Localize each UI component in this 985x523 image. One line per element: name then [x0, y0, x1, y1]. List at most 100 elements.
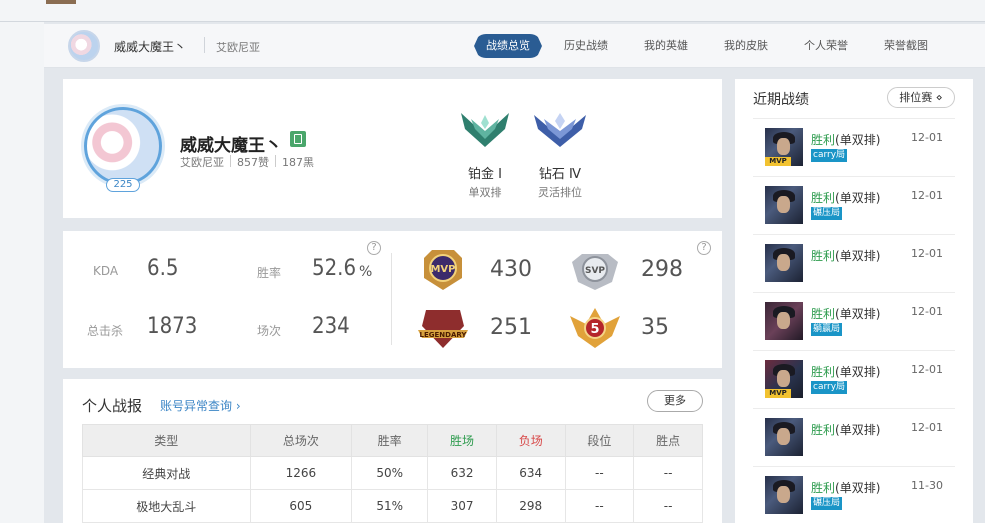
match-result: 胜利(单双排) [811, 189, 880, 206]
column-header: 类型 [82, 424, 251, 457]
match-row[interactable]: MVP 胜利(单双排) carry局 12-01 [753, 350, 955, 408]
table-row[interactable]: 极地大乱斗 605 51% 307 298 -- -- [82, 489, 703, 523]
rank-solo: 铂金 Ⅰ 单双排 [445, 109, 525, 200]
winrate-unit: % [359, 264, 373, 280]
table-cell: 50% [351, 456, 429, 490]
table-row[interactable]: 经典对战 1266 50% 632 634 -- -- [82, 456, 703, 490]
tab-overview[interactable]: 战绩总览 [474, 34, 542, 58]
profile-likes: 857赞 [237, 156, 269, 169]
match-date: 12-01 [911, 131, 943, 144]
match-tag: carry局 [811, 149, 848, 162]
mvp-medal-text: MVP [430, 264, 455, 275]
result-text: 胜利 [811, 249, 836, 263]
hero-face [777, 196, 790, 213]
five-kill-medal-text: 5 [590, 322, 599, 337]
rank-tier: 钻石 Ⅳ [538, 167, 582, 182]
hero-portrait [765, 418, 803, 456]
match-date: 12-01 [911, 189, 943, 202]
match-tag: 碾压局 [811, 497, 843, 510]
rank-mode: 单双排 [468, 186, 502, 199]
match-row[interactable]: 胜利(单双排) 12-01 [753, 408, 955, 466]
match-row[interactable]: 胜利(单双排) 碾压局 12-01 [753, 176, 955, 234]
divider [391, 253, 392, 345]
tab-history[interactable]: 历史战绩 [564, 34, 608, 58]
legendary-medal-icon: LEGENDARY [418, 310, 468, 348]
match-row[interactable]: 胜利(单双排) 碾压局 11-30 [753, 466, 955, 523]
table-cell: 634 [495, 456, 566, 490]
match-row[interactable]: 胜利(单双排) 躺赢局 12-01 [753, 292, 955, 350]
queue-filter-dropdown[interactable]: 排位赛 ⋄ [887, 87, 955, 108]
tab-heroes[interactable]: 我的英雄 [644, 34, 688, 58]
table-cell: 1266 [249, 456, 353, 490]
table-cell: -- [633, 489, 703, 523]
tab-honors[interactable]: 个人荣誉 [804, 34, 848, 58]
table-cell: -- [564, 456, 635, 490]
svp-medal-text: SVP [585, 266, 605, 276]
hero-portrait [765, 302, 803, 340]
hero-portrait [765, 186, 803, 224]
queue-text: (单双排) [835, 423, 881, 437]
winrate-value: 52.6 [312, 256, 357, 281]
svp-count: 298 [641, 257, 683, 282]
kda-label: KDA [93, 264, 119, 278]
tab-screenshots[interactable]: 荣誉截图 [884, 34, 928, 58]
table-cell: 307 [427, 489, 497, 523]
match-date: 12-01 [911, 305, 943, 318]
winrate-label: 胜率 [257, 266, 282, 280]
match-tag: 躺赢局 [811, 323, 843, 336]
hero-face [777, 370, 790, 387]
table-cell: -- [564, 489, 635, 523]
tab-skins[interactable]: 我的皮肤 [724, 34, 768, 58]
report-table: 类型 总场次 胜率 胜场 负场 段位 胜点 经典对战 1266 50% 632 … [82, 424, 703, 523]
report-title: 个人战报 [82, 397, 143, 415]
profile-avatar [84, 107, 162, 185]
column-header: 段位 [564, 424, 635, 457]
account-check-link[interactable]: 账号异常查询 › [160, 397, 241, 414]
divider [230, 155, 231, 167]
match-result: 胜利(单双排) [811, 131, 880, 148]
help-icon[interactable]: ? [697, 241, 711, 255]
table-cell: 632 [427, 456, 497, 490]
queue-text: (单双排) [835, 365, 881, 379]
divider [204, 37, 205, 53]
help-icon[interactable]: ? [367, 241, 381, 255]
match-tag: 碾压局 [811, 207, 843, 220]
level-badge: 225 [106, 178, 140, 192]
hero-face [777, 486, 790, 503]
match-date: 12-01 [911, 247, 943, 260]
header-summoner-name: 威威大魔王丶 [114, 40, 187, 54]
result-text: 胜利 [811, 365, 836, 379]
five-kill-count: 35 [641, 315, 669, 340]
hero-face [777, 312, 790, 329]
queue-text: (单双排) [835, 191, 881, 205]
table-cell: 极地大乱斗 [82, 489, 251, 523]
column-header: 负场 [495, 424, 566, 457]
table-cell: 51% [351, 489, 429, 523]
match-result: 胜利(单双排) [811, 421, 880, 438]
match-date: 12-01 [911, 363, 943, 376]
profile-server: 艾欧尼亚 [180, 156, 224, 169]
mvp-count: 430 [490, 257, 532, 282]
mvp-medal-icon: MVP [424, 250, 462, 290]
table-cell: 298 [495, 489, 566, 523]
match-row[interactable]: 胜利(单双排) 12-01 [753, 234, 955, 292]
legendary-count: 251 [490, 315, 532, 340]
match-row[interactable]: MVP 胜利(单双排) carry局 12-01 [753, 118, 955, 176]
rank-flex: 钻石 Ⅳ 灵活排位 [520, 109, 600, 200]
diamond-emblem-icon [534, 113, 586, 147]
avatar[interactable] [68, 30, 100, 62]
column-header: 胜点 [633, 424, 703, 457]
queue-text: (单双排) [835, 249, 881, 263]
match-tag: carry局 [811, 381, 848, 394]
copy-icon[interactable] [290, 131, 306, 147]
svp-medal-icon: SVP [572, 254, 618, 290]
corner-tab [46, 0, 76, 4]
kda-value: 6.5 [147, 256, 179, 281]
nav-tabs: 战绩总览 历史战绩 我的英雄 我的皮肤 个人荣誉 荣誉截图 [474, 34, 964, 58]
profile-blacks: 187黑 [282, 156, 314, 169]
report-panel: 个人战报 账号异常查询 › 更多 类型 总场次 胜率 胜场 负场 段位 胜点 经… [63, 379, 722, 523]
rank-tier: 铂金 Ⅰ [468, 167, 502, 182]
more-button[interactable]: 更多 [647, 390, 703, 412]
queue-text: (单双排) [835, 133, 881, 147]
mvp-badge: MVP [765, 157, 791, 166]
